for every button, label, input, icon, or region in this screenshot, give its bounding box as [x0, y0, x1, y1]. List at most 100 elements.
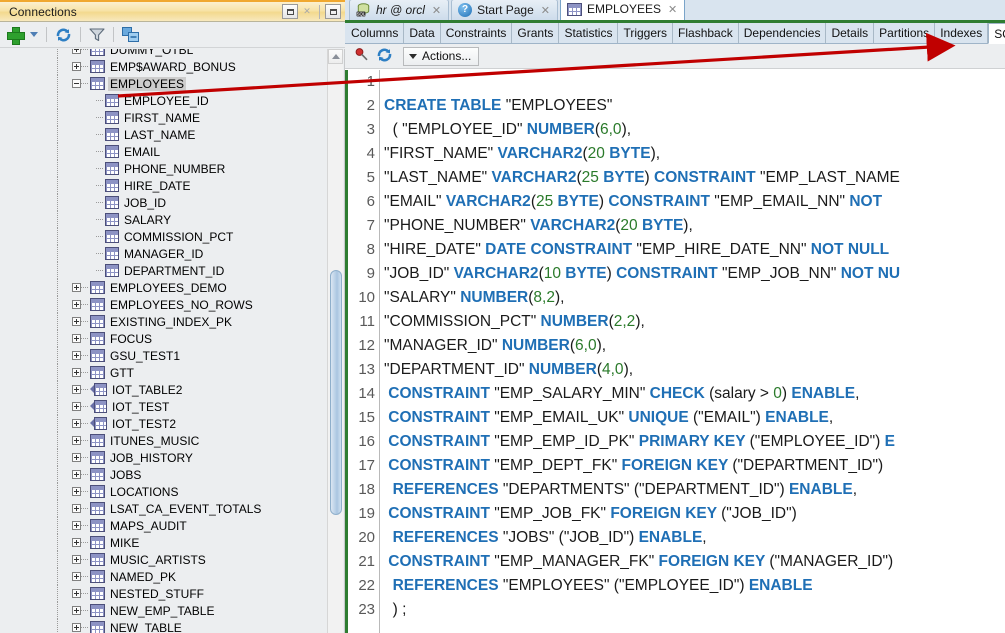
close-button[interactable]: ✕ — [300, 4, 314, 19]
document-tab-label: Start Page — [477, 3, 534, 17]
expand-icon[interactable] — [72, 334, 81, 343]
document-tab-start-page[interactable]: ?Start Page✕ — [451, 0, 558, 20]
tree-node-phone-number[interactable]: PHONE_NUMBER — [0, 160, 322, 177]
expand-icon[interactable] — [72, 300, 81, 309]
tree-node-named-pk[interactable]: NAMED_PK — [0, 568, 322, 585]
sub-tab-flashback[interactable]: Flashback — [673, 23, 739, 43]
expand-icon[interactable] — [72, 589, 81, 598]
tree-node-employees-no-rows[interactable]: EMPLOYEES_NO_ROWS — [0, 296, 322, 313]
collapse-all-button[interactable] — [122, 24, 139, 46]
tree-node-mike[interactable]: MIKE — [0, 534, 322, 551]
tree-node-gtt[interactable]: GTT — [0, 364, 322, 381]
close-tab-icon[interactable]: ✕ — [541, 4, 550, 17]
tree-node-new-table[interactable]: NEW_TABLE — [0, 619, 322, 633]
tree-node-first-name[interactable]: FIRST_NAME — [0, 109, 322, 126]
expand-icon[interactable] — [72, 283, 81, 292]
tree-node-iot-table2[interactable]: IOT_TABLE2 — [0, 381, 322, 398]
new-connection-dropdown[interactable] — [26, 24, 38, 46]
tree-vertical-scrollbar[interactable] — [327, 49, 343, 633]
refresh-button[interactable] — [55, 24, 72, 46]
sql-number: 6,0 — [600, 121, 622, 138]
toolbar-separator-3 — [113, 27, 114, 42]
expand-icon[interactable] — [72, 368, 81, 377]
expand-icon[interactable] — [72, 521, 81, 530]
expand-icon[interactable] — [72, 487, 81, 496]
table-icon — [90, 621, 105, 633]
tree-node-existing-index-pk[interactable]: EXISTING_INDEX_PK — [0, 313, 322, 330]
sub-tab-partitions[interactable]: Partitions — [874, 23, 935, 43]
tree-node-salary[interactable]: SALARY — [0, 211, 322, 228]
tree-node-focus[interactable]: FOCUS — [0, 330, 322, 347]
sub-tab-grants[interactable]: Grants — [512, 23, 559, 43]
chevron-down-icon — [30, 32, 38, 37]
filter-button[interactable] — [89, 24, 105, 46]
tree-node-employees[interactable]: EMPLOYEES — [0, 75, 322, 92]
expand-icon[interactable] — [72, 62, 81, 71]
tree-node-locations[interactable]: LOCATIONS — [0, 483, 322, 500]
scroll-up-button[interactable] — [328, 49, 343, 64]
expand-icon[interactable] — [72, 538, 81, 547]
expand-icon[interactable] — [72, 419, 81, 428]
scrollbar-thumb[interactable] — [330, 270, 342, 515]
expand-icon[interactable] — [72, 606, 81, 615]
refresh-icon[interactable] — [376, 47, 393, 66]
sub-tab-constraints[interactable]: Constraints — [441, 23, 513, 43]
expand-icon[interactable] — [72, 504, 81, 513]
close-tab-icon[interactable]: ✕ — [668, 3, 677, 16]
collapse-icon[interactable] — [72, 79, 81, 88]
expand-icon[interactable] — [72, 623, 81, 632]
sub-tab-columns[interactable]: Columns — [346, 23, 404, 43]
sub-tab-dependencies[interactable]: Dependencies — [739, 23, 827, 43]
expand-icon[interactable] — [72, 385, 81, 394]
tree-node-iot-test2[interactable]: IOT_TEST2 — [0, 415, 322, 432]
expand-icon[interactable] — [72, 317, 81, 326]
tree-node-music-artists[interactable]: MUSIC_ARTISTS — [0, 551, 322, 568]
tree-node-iot-test[interactable]: IOT_TEST — [0, 398, 322, 415]
tree-node-job-history[interactable]: JOB_HISTORY — [0, 449, 322, 466]
expand-icon[interactable] — [72, 453, 81, 462]
tree-node-gsu-test1[interactable]: GSU_TEST1 — [0, 347, 322, 364]
tree-node-last-name[interactable]: LAST_NAME — [0, 126, 322, 143]
expand-icon[interactable] — [72, 351, 81, 360]
tree-node-hire-date[interactable]: HIRE_DATE — [0, 177, 322, 194]
document-tab-hr-orcl[interactable]: SQLhr @ orcl✕ — [349, 0, 449, 20]
tree-node-lsat-ca-event-totals[interactable]: LSAT_CA_EVENT_TOTALS — [0, 500, 322, 517]
minimize-button[interactable] — [282, 4, 298, 19]
pin-icon[interactable] — [354, 47, 369, 65]
actions-button[interactable]: Actions... — [403, 47, 479, 66]
restore-button[interactable] — [325, 4, 341, 19]
sub-tab-indexes[interactable]: Indexes — [935, 23, 988, 43]
tree-node-commission-pct[interactable]: COMMISSION_PCT — [0, 228, 322, 245]
expand-icon[interactable] — [72, 555, 81, 564]
tree-node-job-id[interactable]: JOB_ID — [0, 194, 322, 211]
sub-tab-sql[interactable]: SQL — [988, 23, 1005, 44]
sql-code-text[interactable]: CREATE TABLE "EMPLOYEES" ( "EMPLOYEE_ID"… — [384, 70, 1005, 633]
tree-node-email[interactable]: EMAIL — [0, 143, 322, 160]
close-tab-icon[interactable]: ✕ — [432, 4, 441, 17]
tree-node-dummy-otbl[interactable]: DUMMY_OTBL — [0, 49, 322, 58]
new-connection-button[interactable] — [7, 24, 23, 46]
tree-node-nested-stuff[interactable]: NESTED_STUFF — [0, 585, 322, 602]
tree-node-manager-id[interactable]: MANAGER_ID — [0, 245, 322, 262]
expand-icon[interactable] — [72, 436, 81, 445]
tree-node-emp-award-bonus[interactable]: EMP$AWARD_BONUS — [0, 58, 322, 75]
sub-tab-statistics[interactable]: Statistics — [559, 23, 618, 43]
tree-node-new-emp-table[interactable]: NEW_EMP_TABLE — [0, 602, 322, 619]
expand-icon[interactable] — [72, 49, 81, 54]
expand-icon[interactable] — [72, 572, 81, 581]
connections-tree[interactable]: DUMMY_OTBLEMP$AWARD_BONUSEMPLOYEESEMPLOY… — [0, 49, 322, 633]
tree-node-employees-demo[interactable]: EMPLOYEES_DEMO — [0, 279, 322, 296]
tree-node-itunes-music[interactable]: ITUNES_MUSIC — [0, 432, 322, 449]
sub-tab-triggers[interactable]: Triggers — [618, 23, 673, 43]
table-icon — [90, 332, 105, 345]
expand-icon[interactable] — [72, 402, 81, 411]
tree-node-maps-audit[interactable]: MAPS_AUDIT — [0, 517, 322, 534]
tree-node-employee-id[interactable]: EMPLOYEE_ID — [0, 92, 322, 109]
document-tab-employees[interactable]: EMPLOYEES✕ — [560, 0, 685, 20]
sub-tab-details[interactable]: Details — [826, 23, 874, 43]
tree-node-department-id[interactable]: DEPARTMENT_ID — [0, 262, 322, 279]
table-icon — [90, 434, 105, 447]
expand-icon[interactable] — [72, 470, 81, 479]
tree-node-jobs[interactable]: JOBS — [0, 466, 322, 483]
sub-tab-data[interactable]: Data — [404, 23, 440, 43]
